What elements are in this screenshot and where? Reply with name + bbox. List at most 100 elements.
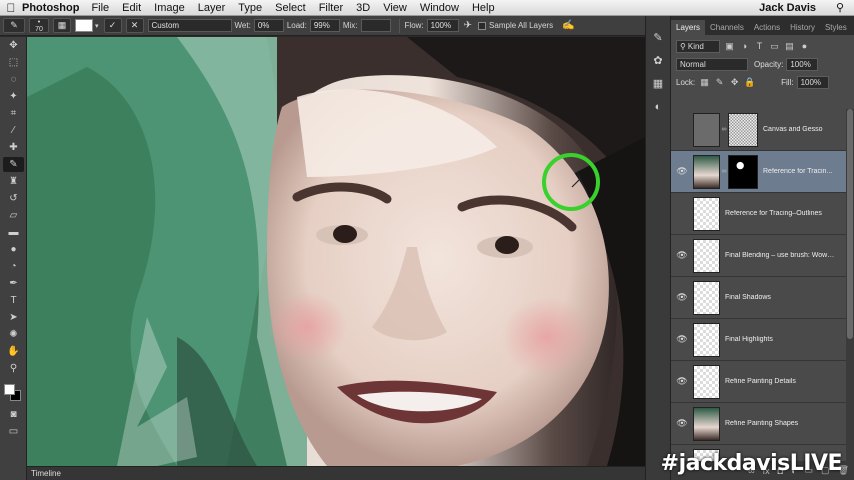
stamp-icon[interactable]: ♜ <box>3 174 24 189</box>
mix-preset-dropdown[interactable]: Custom <box>147 19 232 32</box>
spotlight-icon[interactable]: ⚲ <box>836 1 844 14</box>
brush-presets-icon[interactable]: ✎ <box>649 30 667 45</box>
healing-icon[interactable]: ✚ <box>3 140 24 155</box>
menu-help[interactable]: Help <box>472 2 495 14</box>
brush-panel-toggle[interactable]: ▦ <box>53 18 71 33</box>
fill-field[interactable]: 100% <box>796 75 829 89</box>
foreground-color-swatch[interactable] <box>4 384 15 395</box>
lock-transparent-icon[interactable]: ▦ <box>699 77 710 88</box>
history-brush-icon[interactable]: ↺ <box>3 191 24 206</box>
layer-row[interactable]: Reference for Tracing–Outlines <box>671 193 846 235</box>
clean-brush-button[interactable]: ✕ <box>125 18 144 33</box>
mixer-brush-icon[interactable]: ✎ <box>3 157 24 172</box>
load-brush-button[interactable]: ✓ <box>103 18 122 33</box>
layers-scrollbar[interactable] <box>846 109 854 461</box>
eye-icon[interactable]: 👁 <box>671 334 693 345</box>
layer-row[interactable]: ∞ Canvas and Gesso <box>671 109 846 151</box>
gradient-icon[interactable]: ▬ <box>3 225 24 240</box>
menu-window[interactable]: Window <box>420 2 459 14</box>
eye-icon[interactable]: 👁 <box>671 166 693 177</box>
menu-select[interactable]: Select <box>275 2 306 14</box>
lock-position-icon[interactable]: ✥ <box>729 77 740 88</box>
layer-row[interactable]: 👁 Final Shadows <box>671 277 846 319</box>
filter-toggle-icon[interactable]: ● <box>799 41 810 52</box>
pen-icon[interactable]: ✒ <box>3 276 24 291</box>
eye-icon[interactable]: 👁 <box>671 292 693 303</box>
tab-history[interactable]: History <box>785 20 820 35</box>
current-brush-load-swatch[interactable] <box>75 19 93 32</box>
screen-mode-icon[interactable]: ▭ <box>3 424 24 439</box>
load-field[interactable]: 99% <box>309 19 340 32</box>
layer-row-selected[interactable]: 👁 ∞ Reference for Tracin... <box>671 151 846 193</box>
hand-icon[interactable]: ✋ <box>3 344 24 359</box>
menu-layer[interactable]: Layer <box>198 2 226 14</box>
shape-icon[interactable]: ✺ <box>3 327 24 342</box>
filter-type-icon[interactable]: T <box>754 41 765 52</box>
mix-field[interactable] <box>360 19 391 32</box>
sample-all-layers-label: Sample All Layers <box>489 21 554 30</box>
panel-dock: ✎ ✿ ▦ ◐ <box>645 16 671 480</box>
filter-pixel-icon[interactable]: ▣ <box>724 41 735 52</box>
swatch-dropdown-icon[interactable]: ▾ <box>95 22 99 30</box>
quick-select-icon[interactable]: ✦ <box>3 89 24 104</box>
swatches-icon[interactable]: ▦ <box>649 76 667 91</box>
eraser-icon[interactable]: ▱ <box>3 208 24 223</box>
tab-channels[interactable]: Channels <box>705 20 749 35</box>
brush-panel-icon[interactable]: ✿ <box>649 53 667 68</box>
adjustments-icon[interactable]: ◐ <box>649 99 667 114</box>
menu-edit[interactable]: Edit <box>122 2 141 14</box>
marquee-icon[interactable]: ⬚ <box>3 55 24 70</box>
link-icon: ∞ <box>721 126 727 133</box>
layer-thumbnail <box>693 406 720 441</box>
menu-filter[interactable]: Filter <box>319 2 343 14</box>
filter-adjustment-icon[interactable]: ◑ <box>739 41 750 52</box>
opacity-field[interactable]: 100% <box>786 57 819 71</box>
dodge-icon[interactable]: ◔ <box>3 259 24 274</box>
path-select-icon[interactable]: ➤ <box>3 310 24 325</box>
menu-image[interactable]: Image <box>154 2 185 14</box>
user-name[interactable]: Jack Davis <box>759 2 816 14</box>
menu-type[interactable]: Type <box>238 2 262 14</box>
zoom-icon[interactable]: ⚲ <box>3 361 24 376</box>
load-label: Load: <box>286 21 307 30</box>
tool-preset-picker[interactable]: ✎ <box>3 18 25 33</box>
scrollbar-thumb[interactable] <box>847 109 853 339</box>
eyedropper-icon[interactable]: ⁄ <box>3 123 24 138</box>
wet-field[interactable]: 0% <box>253 19 284 32</box>
tab-actions[interactable]: Actions <box>749 20 785 35</box>
type-icon[interactable]: T <box>3 293 24 308</box>
timeline-bar[interactable]: Timeline <box>27 466 645 480</box>
move-icon[interactable]: ✥ <box>3 38 24 53</box>
airbrush-icon[interactable]: ✈ <box>464 20 472 31</box>
menu-3d[interactable]: 3D <box>356 2 370 14</box>
menu-file[interactable]: File <box>91 2 109 14</box>
layer-row[interactable]: 👁 Final Blending – use brush: Wow–... <box>671 235 846 277</box>
layer-row[interactable]: 👁 Final Highlights <box>671 319 846 361</box>
apple-icon[interactable]:  <box>0 1 22 15</box>
menu-view[interactable]: View <box>383 2 407 14</box>
sample-all-layers-checkbox[interactable] <box>478 21 487 30</box>
filter-kind-dropdown[interactable]: ⚲ Kind <box>676 39 720 53</box>
flow-field[interactable]: 100% <box>426 19 459 32</box>
brush-picker[interactable]: • 70 <box>29 18 49 33</box>
fill-value: 100% <box>800 77 822 87</box>
layer-row[interactable]: 👁 Refine Painting Shapes <box>671 403 846 445</box>
document-canvas[interactable] <box>27 37 645 466</box>
tab-styles[interactable]: Styles <box>820 20 852 35</box>
menu-app-name[interactable]: Photoshop <box>22 2 79 14</box>
lasso-icon[interactable]: ◌ <box>3 72 24 87</box>
blend-mode-dropdown[interactable]: Normal <box>676 57 748 71</box>
filter-shape-icon[interactable]: ▭ <box>769 41 780 52</box>
lock-all-icon[interactable]: 🔒 <box>744 77 755 88</box>
crop-icon[interactable]: ⌗ <box>3 106 24 121</box>
quick-mask-icon[interactable]: ◙ <box>3 407 24 422</box>
filter-smart-object-icon[interactable]: ▤ <box>784 41 795 52</box>
blur-icon[interactable]: ● <box>3 242 24 257</box>
pressure-size-icon[interactable]: ✍ <box>562 20 574 31</box>
layer-row[interactable]: 👁 Refine Painting Details <box>671 361 846 403</box>
lock-image-icon[interactable]: ✎ <box>714 77 725 88</box>
tab-layers[interactable]: Layers <box>671 20 706 35</box>
eye-icon[interactable]: 👁 <box>671 418 693 429</box>
eye-icon[interactable]: 👁 <box>671 376 693 387</box>
eye-icon[interactable]: 👁 <box>671 250 693 261</box>
